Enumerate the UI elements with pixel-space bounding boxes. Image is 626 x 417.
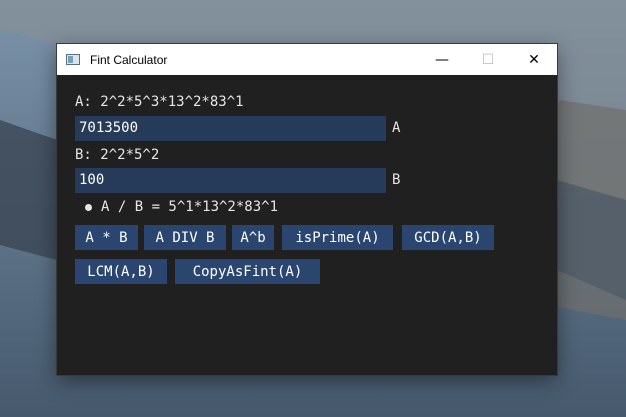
title-bar[interactable]: Fint Calculator — ☐ ✕ (57, 44, 557, 75)
gcd-button[interactable]: GCD(A,B) (402, 225, 494, 250)
a-factorization-label: A: 2^2*5^3*13^2*83^1 (75, 94, 244, 110)
multiply-button[interactable]: A * B (75, 225, 138, 250)
maximize-button[interactable]: ☐ (465, 44, 511, 75)
app-icon (66, 54, 80, 65)
div-button[interactable]: A DIV B (144, 225, 226, 250)
result-text: A / B = 5^1*13^2*83^1 (101, 199, 279, 215)
a-input[interactable] (75, 116, 386, 141)
isprime-button[interactable]: isPrime(A) (282, 225, 393, 250)
app-window: Fint Calculator — ☐ ✕ A: 2^2*5^3*13^2*83… (57, 44, 557, 375)
copy-as-fint-button[interactable]: CopyAsFint(A) (175, 259, 320, 284)
b-input-tag: B (392, 172, 401, 188)
bullet-icon (85, 203, 92, 211)
result-row: A / B = 5^1*13^2*83^1 (85, 199, 278, 215)
b-factorization-label: B: 2^2*5^2 (75, 147, 160, 163)
close-button[interactable]: ✕ (511, 44, 557, 75)
power-button[interactable]: A^b (232, 225, 274, 250)
minimize-button[interactable]: — (419, 44, 465, 75)
a-input-tag: A (392, 120, 401, 136)
b-input[interactable] (75, 168, 386, 193)
window-title: Fint Calculator (90, 52, 168, 67)
lcm-button[interactable]: LCM(A,B) (75, 259, 167, 284)
calculator-panel: A: 2^2*5^3*13^2*83^1 A B: 2^2*5^2 B A / … (75, 75, 547, 375)
